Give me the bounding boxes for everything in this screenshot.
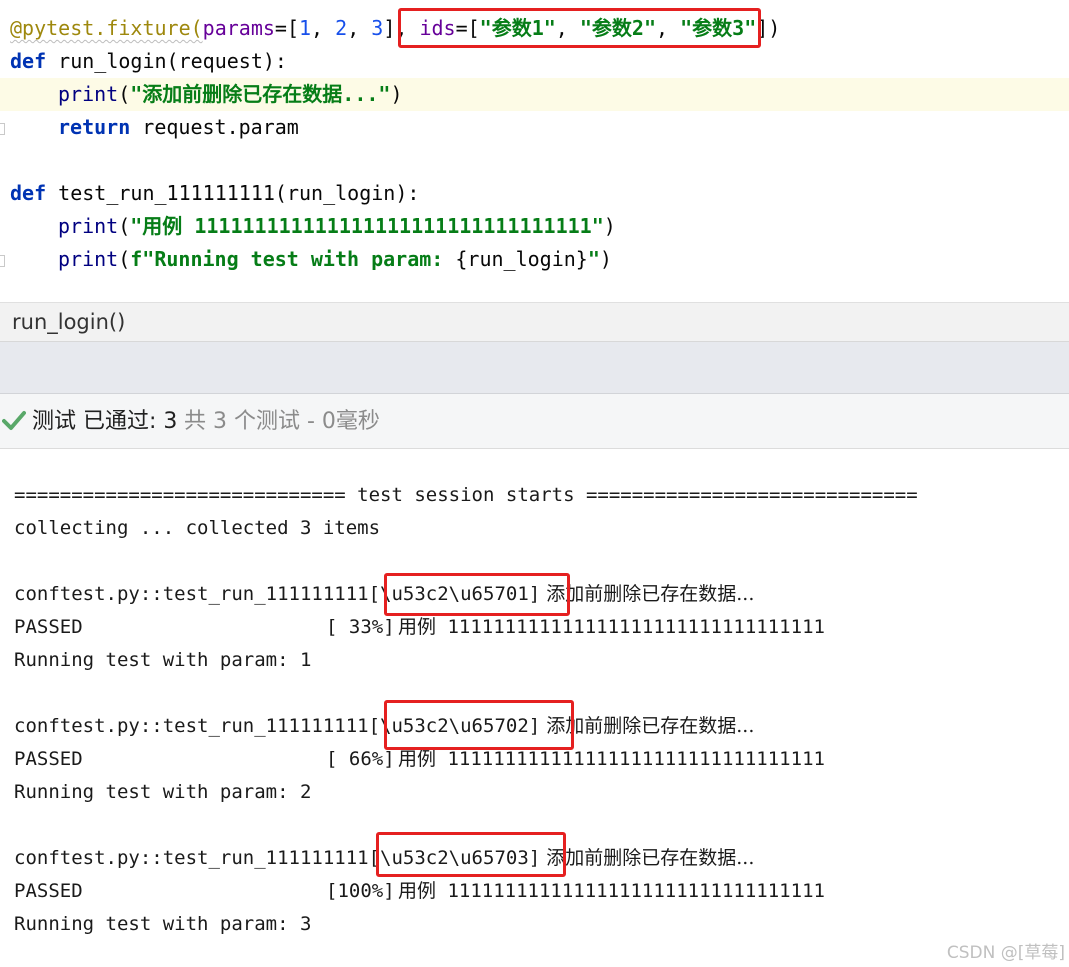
- test-output-cjk: 用例: [398, 748, 437, 770]
- code-token: ]): [756, 16, 781, 40]
- breadcrumb-function[interactable]: run_login(): [12, 310, 125, 334]
- function-signature: run_login(request):: [46, 49, 287, 73]
- fixture-output: 添加前删除已存在数据...: [540, 715, 755, 737]
- code-line-6[interactable]: def test_run_111111111(run_login):: [0, 177, 1069, 210]
- code-token: ,: [656, 16, 681, 40]
- test-output: 111111111111111111111111111111111: [436, 748, 825, 770]
- keyword-def: def: [10, 49, 47, 73]
- fixture-output: 添加前删除已存在数据...: [540, 583, 755, 605]
- fold-marker-icon[interactable]: [0, 123, 5, 135]
- fstring-variable: run_login: [467, 247, 576, 271]
- passed-status: PASSED: [14, 880, 83, 902]
- code-token: {: [455, 247, 468, 271]
- code-token: =[: [274, 16, 299, 40]
- builtin-print: print: [58, 214, 119, 238]
- code-token: ): [599, 247, 612, 271]
- test-result-line: PASSED [ 33%] 用例 1111111111111111111111111…: [14, 611, 825, 644]
- test-node-id: conftest.py::test_run_111111111: [14, 583, 369, 605]
- code-token: (: [118, 214, 131, 238]
- code-line-8[interactable]: print(f"Running test with param: {run_lo…: [0, 243, 1069, 276]
- decorator-token: @pytest.fixture(: [10, 16, 203, 40]
- code-token: ,: [347, 16, 372, 40]
- progress-percent: [100%]: [326, 880, 395, 902]
- fixture-output: 添加前删除已存在数据...: [540, 847, 755, 869]
- string-token: ": [587, 247, 600, 271]
- code-line-4[interactable]: return request.param: [0, 111, 1069, 144]
- test-result-line: PASSED [ 66%] 用例 1111111111111111111111111…: [14, 743, 825, 776]
- function-signature: test_run_111111111(run_login):: [46, 181, 420, 205]
- number-token: 2: [335, 16, 348, 40]
- number-token: 1: [299, 16, 312, 40]
- passed-status: PASSED: [14, 616, 83, 638]
- code-token: =[: [455, 16, 480, 40]
- passed-status: PASSED: [14, 748, 83, 770]
- code-line-3-current[interactable]: print("添加前删除已存在数据..."): [0, 78, 1069, 111]
- test-output-cjk: 用例: [398, 616, 437, 638]
- keyword-return: return: [58, 115, 131, 139]
- code-token: ,: [555, 16, 580, 40]
- string-token: "参数1": [479, 16, 556, 40]
- breadcrumb[interactable]: run_login(): [0, 302, 1069, 342]
- string-token: "参数3": [680, 16, 757, 40]
- session-header-line: ============================= test sessi…: [14, 484, 918, 506]
- test-param-id: [\u53c2\u65701]: [368, 583, 541, 605]
- builtin-print: print: [58, 82, 119, 106]
- watermark: CSDN @[草莓]: [946, 943, 1065, 963]
- code-token: ],: [383, 16, 420, 40]
- code-line-1[interactable]: @pytest.fixture(params=[1, 2, 3], ids=["…: [0, 12, 1069, 45]
- code-token: (: [118, 247, 131, 271]
- fold-marker-icon[interactable]: [0, 255, 5, 267]
- keyword-def: def: [10, 181, 47, 205]
- code-token: ): [603, 214, 616, 238]
- tests-passed-label: 测试 已通过: 3: [32, 409, 178, 434]
- test-header-line: conftest.py::test_run_111111111[\u53c2\u…: [14, 710, 754, 743]
- code-line-7[interactable]: print("用例 111111111111111111111111111111…: [0, 210, 1069, 243]
- string-token: "添加前删除已存在数据...": [130, 82, 391, 106]
- test-result-line: PASSED [100%] 用例 1111111111111111111111111…: [14, 875, 825, 908]
- param-line: Running test with param: 1: [14, 649, 312, 671]
- progress-percent: [ 33%]: [326, 616, 395, 638]
- test-header-line: conftest.py::test_run_111111111[\u53c2\u…: [14, 578, 754, 611]
- test-param-id: [\u53c2\u65703]: [368, 847, 541, 869]
- param-line: Running test with param: 3: [14, 913, 312, 935]
- number-token: 3: [371, 16, 384, 40]
- console-output[interactable]: ============================= test sessi…: [0, 449, 1069, 967]
- test-output: 111111111111111111111111111111111: [436, 880, 825, 902]
- code-line-2[interactable]: def run_login(request):: [0, 45, 1069, 78]
- string-token: "参数2": [579, 16, 657, 40]
- test-param-id: [\u53c2\u65702]: [368, 715, 541, 737]
- test-header-line: conftest.py::test_run_111111111[\u53c2\u…: [14, 842, 754, 875]
- string-token: "用例 111111111111111111111111111111111": [130, 214, 604, 238]
- test-output: 111111111111111111111111111111111: [436, 616, 825, 638]
- test-node-id: conftest.py::test_run_111111111: [14, 715, 369, 737]
- kwarg-ids: ids: [419, 16, 456, 40]
- collecting-line: collecting ... collected 3 items: [14, 517, 381, 539]
- return-expression: request.param: [130, 115, 299, 139]
- code-editor[interactable]: @pytest.fixture(params=[1, 2, 3], ids=["…: [0, 0, 1069, 302]
- code-token: (: [118, 82, 131, 106]
- test-status-bar: 测试 已通过: 3 共 3 个测试 - 0毫秒: [0, 394, 1069, 449]
- run-toolbar-strip: [0, 342, 1069, 394]
- tests-summary: 共 3 个测试 - 0毫秒: [184, 409, 380, 434]
- code-token: ,: [311, 16, 336, 40]
- builtin-print: print: [58, 247, 119, 271]
- fstring-token: f"Running test with param:: [130, 247, 456, 271]
- check-icon: [2, 411, 26, 430]
- code-token: ): [390, 82, 403, 106]
- code-token: }: [575, 247, 588, 271]
- param-line: Running test with param: 2: [14, 781, 312, 803]
- test-node-id: conftest.py::test_run_111111111: [14, 847, 369, 869]
- progress-percent: [ 66%]: [326, 748, 395, 770]
- test-output-cjk: 用例: [398, 880, 437, 902]
- kwarg-params: params: [202, 16, 275, 40]
